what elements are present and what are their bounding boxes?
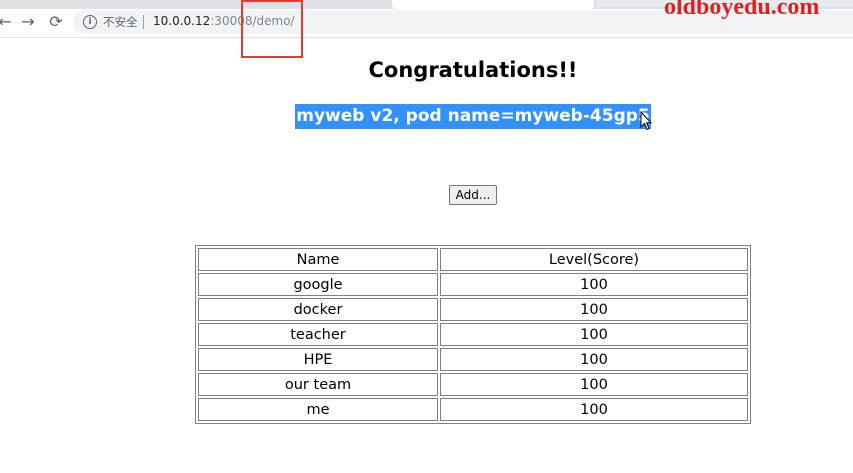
mouse-cursor-icon: [640, 111, 652, 131]
score-column-header: Level(Score): [440, 248, 748, 271]
address-separator: [143, 15, 144, 29]
add-button[interactable]: Add...: [449, 185, 497, 205]
table-row: teacher 100: [198, 323, 748, 346]
score-cell: 100: [440, 348, 748, 371]
score-cell: 100: [440, 273, 748, 296]
table-row: me 100: [198, 398, 748, 421]
table-row: google 100: [198, 273, 748, 296]
score-cell: 100: [440, 373, 748, 396]
score-cell: 100: [440, 323, 748, 346]
info-icon[interactable]: i: [83, 15, 97, 29]
active-tab[interactable]: [392, 0, 594, 9]
url-host: 10.0.0.12: [153, 14, 211, 28]
page-title: Congratulations!!: [368, 58, 578, 82]
watermark: oldboyedu.com: [664, 0, 820, 20]
score-cell: 100: [440, 298, 748, 321]
table-row: HPE 100: [198, 348, 748, 371]
forward-arrow-icon[interactable]: →: [17, 11, 39, 33]
name-column-header: Name: [198, 248, 438, 271]
name-cell: our team: [198, 373, 438, 396]
security-status-label[interactable]: 不安全: [103, 14, 138, 30]
name-cell: HPE: [198, 348, 438, 371]
name-cell: teacher: [198, 323, 438, 346]
name-cell: docker: [198, 298, 438, 321]
table-row: docker 100: [198, 298, 748, 321]
pod-name-text: myweb v2, pod name=myweb-45gp5: [295, 104, 651, 129]
table-row: our team 100: [198, 373, 748, 396]
score-cell: 100: [440, 398, 748, 421]
name-cell: google: [198, 273, 438, 296]
score-table: Name Level(Score) google 100 docker 100 …: [195, 245, 751, 424]
back-arrow-icon[interactable]: ←: [0, 11, 16, 33]
annotation-box: [241, 0, 303, 58]
reload-icon[interactable]: ⟳: [45, 11, 67, 33]
name-cell: me: [198, 398, 438, 421]
table-header-row: Name Level(Score): [198, 248, 748, 271]
subtitle-row: myweb v2, pod name=myweb-45gp5: [0, 104, 853, 129]
